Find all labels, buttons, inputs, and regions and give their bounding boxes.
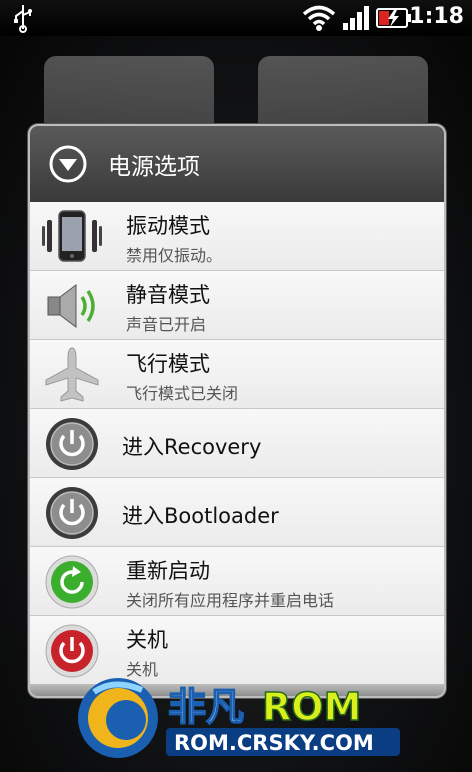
svg-text:ROM.CRSKY.COM: ROM.CRSKY.COM	[174, 731, 374, 755]
status-time: 1:18	[409, 4, 464, 29]
power-gray-icon	[46, 418, 98, 470]
power-gray-icon	[46, 487, 98, 539]
option-subtitle: 飞行模式已关闭	[126, 384, 239, 403]
usb-icon	[14, 5, 32, 33]
power-options-dialog: 电源选项 振动模式 禁用仅振动。 静音模式 声音已开启 飞行模式 飞行模式已关闭…	[28, 124, 446, 698]
dialog-title: 电源选项	[108, 154, 200, 180]
option-title: 进入Recovery	[122, 435, 262, 459]
option-title: 关机	[126, 628, 168, 652]
option-title: 飞行模式	[126, 352, 210, 376]
option-enter-recovery[interactable]: 进入Recovery	[30, 409, 444, 478]
battery-charging-icon	[376, 8, 411, 28]
reboot-green-icon	[45, 555, 99, 609]
option-subtitle: 声音已开启	[126, 315, 207, 334]
option-airplane-mode[interactable]: 飞行模式 飞行模式已关闭	[30, 340, 444, 409]
option-subtitle: 禁用仅振动。	[126, 246, 223, 265]
option-vibrate-mode[interactable]: 振动模式 禁用仅振动。	[30, 202, 444, 271]
airplane-icon	[45, 347, 99, 402]
option-subtitle: 关闭所有应用程序并重启电话	[126, 591, 335, 610]
chevron-down-circle-icon	[49, 145, 87, 183]
option-silent-mode[interactable]: 静音模式 声音已开启	[30, 271, 444, 340]
option-reboot[interactable]: 重新启动 关闭所有应用程序并重启电话	[30, 547, 444, 616]
option-title: 静音模式	[126, 283, 210, 307]
option-enter-bootloader[interactable]: 进入Bootloader	[30, 478, 444, 547]
vibrate-phone-icon	[42, 210, 102, 262]
option-title: 振动模式	[126, 214, 210, 238]
crsky-rom-watermark-logo: 非凡 ROM ROM.CRSKY.COM	[78, 678, 400, 758]
power-options-list: 振动模式 禁用仅振动。 静音模式 声音已开启 飞行模式 飞行模式已关闭 进入Re…	[30, 202, 444, 685]
speaker-icon	[47, 284, 95, 328]
signal-icon	[343, 6, 369, 30]
svg-text:非凡: 非凡	[168, 685, 244, 729]
option-title: 进入Bootloader	[122, 504, 279, 528]
wifi-icon	[302, 5, 336, 31]
option-title: 重新启动	[126, 559, 210, 583]
svg-text:ROM: ROM	[262, 685, 361, 729]
dialog-header: 电源选项	[30, 126, 444, 202]
status-bar: 1:18	[0, 0, 472, 36]
